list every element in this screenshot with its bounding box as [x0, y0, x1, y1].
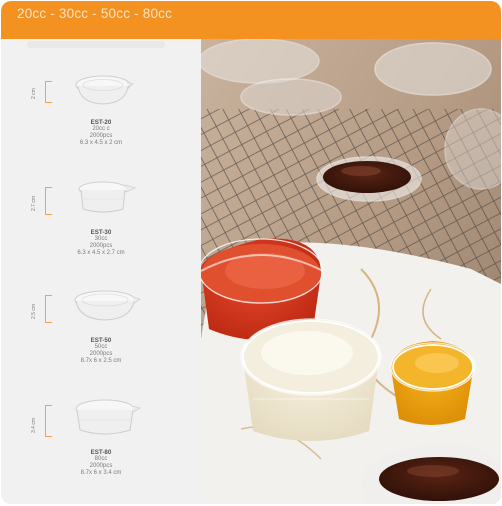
product-pack: 2000pcs	[89, 351, 113, 357]
product-code: EST-80	[90, 449, 112, 456]
product-volume: 30cc	[94, 236, 108, 242]
product-info: EST-80 80cc 2000pcs 8.7x 6 x 3.4 cm	[41, 449, 161, 477]
product-list-panel: 2 cm EST-20 20cc c 2000pcs 6.3 x 4.5 x 2…	[1, 39, 201, 504]
product-volume: 80cc	[94, 456, 108, 462]
container-image	[75, 399, 141, 435]
product-est-20: 2 cm EST-20 20cc c 2000pcs 6.3 x 4.5 x 2…	[1, 69, 201, 179]
product-sheet: 20cc - 30cc - 50cc - 80cc 2 cm EST-20 20…	[1, 1, 501, 504]
product-size: 6.3 x 4.5 x 2.7 cm	[77, 250, 125, 256]
product-pack: 2000pcs	[89, 463, 113, 469]
header-bar: 20cc - 30cc - 50cc - 80cc	[1, 1, 501, 39]
container-image	[75, 75, 134, 105]
product-info: EST-30 30cc 2000pcs 6.3 x 4.5 x 2.7 cm	[41, 229, 161, 257]
header-title: 20cc - 30cc - 50cc - 80cc	[17, 6, 173, 21]
height-dimension-line	[45, 295, 52, 323]
product-volume: 50cc	[94, 344, 108, 350]
product-est-50: 2.5 cm EST-50 50cc 2000pcs 8.7x 6 x 2.5 …	[1, 287, 201, 397]
product-size: 8.7x 6 x 2.5 cm	[80, 358, 122, 364]
product-code: EST-30	[90, 229, 112, 236]
height-dimension-line	[45, 81, 52, 103]
height-label: 2.5 cm	[31, 303, 37, 319]
product-info: EST-20 20cc c 2000pcs 6.3 x 4.5 x 2 cm	[41, 119, 161, 147]
product-pack: 2000pcs	[89, 243, 113, 249]
product-est-30: 2.7 cm EST-30 30cc 2000pcs 6.3 x 4.5 x 2…	[1, 177, 201, 287]
product-code: EST-20	[90, 119, 112, 126]
container-image	[78, 181, 137, 213]
height-label: 2 cm	[31, 88, 37, 99]
height-dimension-line	[45, 187, 52, 215]
product-info: EST-50 50cc 2000pcs 8.7x 6 x 2.5 cm	[41, 337, 161, 365]
product-pack: 2000pcs	[89, 133, 113, 139]
product-photo	[201, 39, 501, 504]
product-est-80: 3.4 cm EST-80 80cc 2000pcs 8.7x 6 x 3.4 …	[1, 395, 201, 504]
panel-top-strip	[27, 41, 165, 48]
product-volume: 20cc c	[92, 126, 110, 132]
product-size: 6.3 x 4.5 x 2 cm	[79, 140, 123, 146]
height-label: 2.7 cm	[31, 195, 37, 211]
height-label: 3.4 cm	[31, 417, 37, 433]
product-size: 8.7x 6 x 3.4 cm	[80, 470, 122, 476]
container-image	[74, 290, 141, 321]
sauce-containers-photo	[201, 39, 501, 504]
height-dimension-line	[45, 405, 52, 437]
product-code: EST-50	[90, 337, 112, 344]
